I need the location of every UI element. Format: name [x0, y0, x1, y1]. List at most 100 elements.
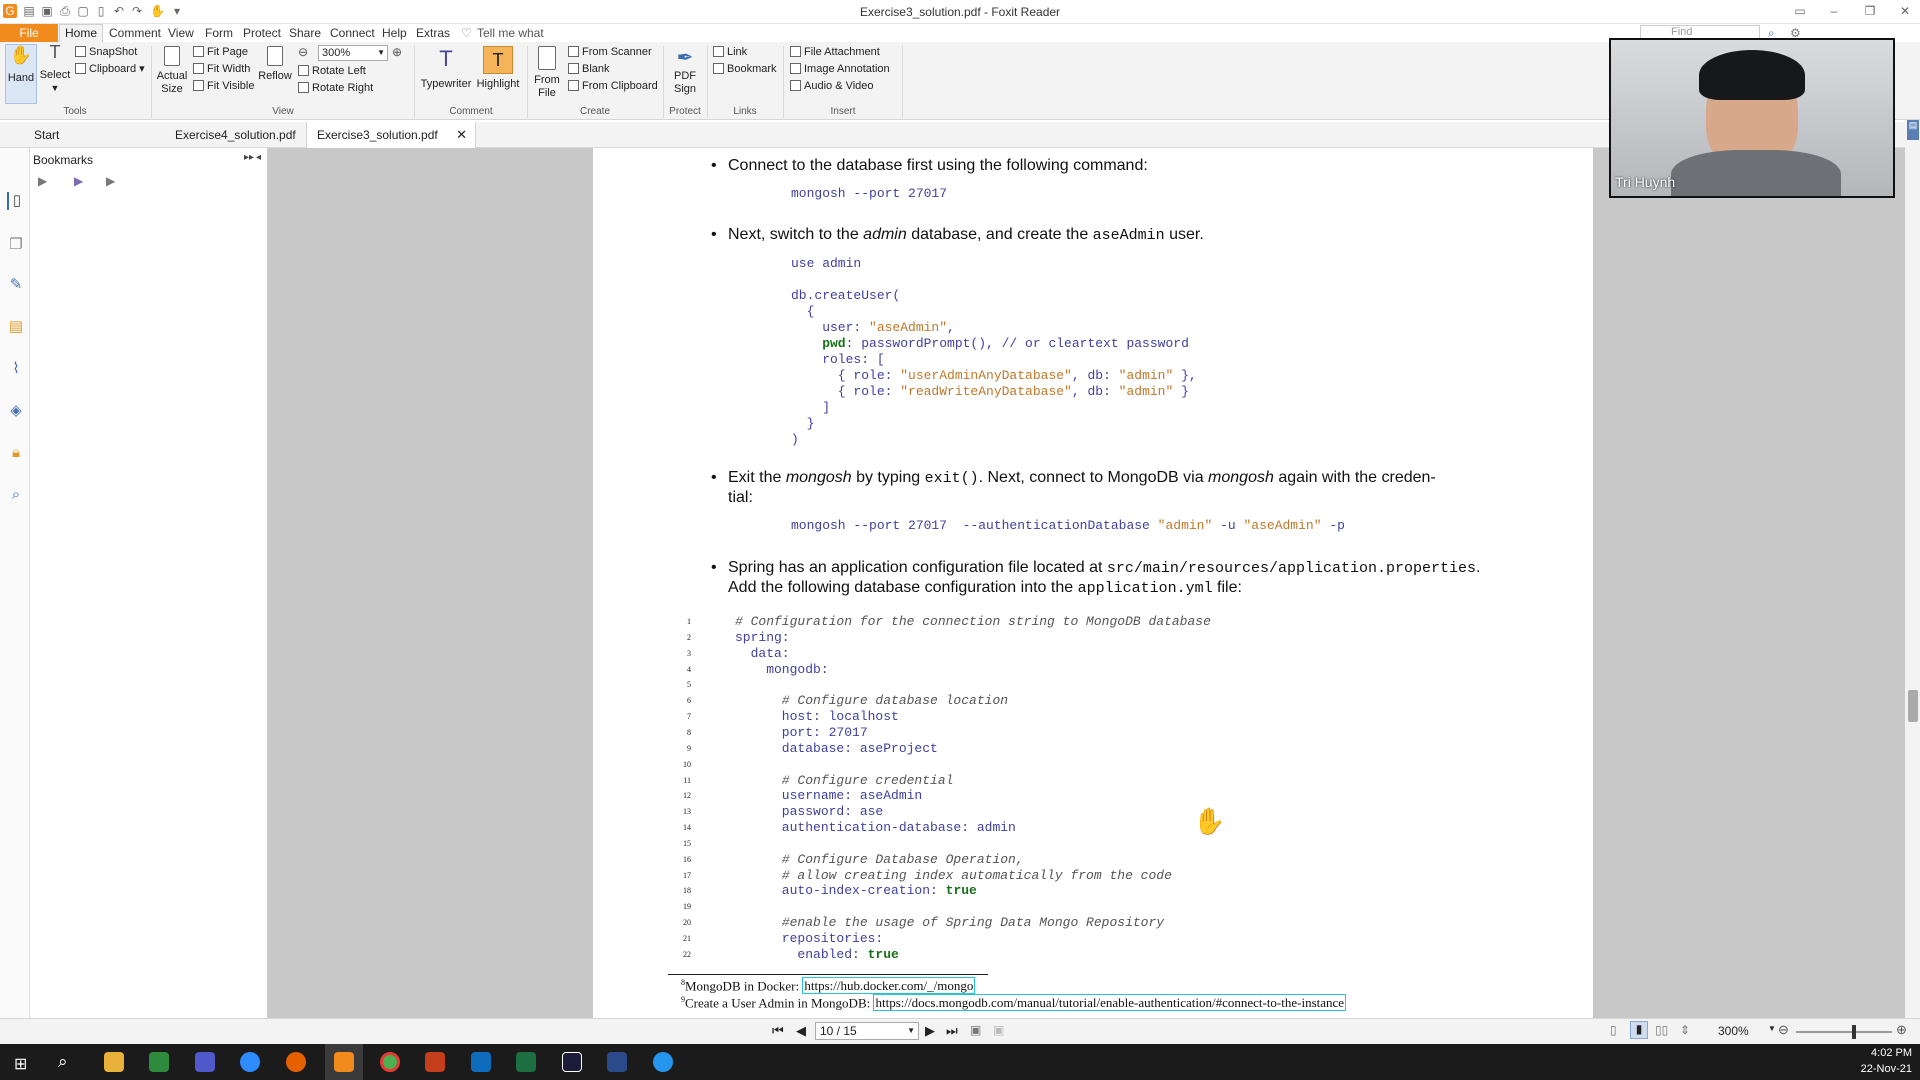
from-file-button[interactable]: From File [531, 46, 563, 100]
add-bookmark-icon[interactable]: ▶ [74, 174, 83, 188]
file-explorer-icon[interactable] [104, 1052, 124, 1072]
document-viewer[interactable]: • Connect to the database first using th… [268, 148, 1920, 1018]
reflow-button[interactable]: Reflow [258, 46, 292, 83]
next-view-icon[interactable]: ▣ [993, 1023, 1004, 1037]
zoom-out-icon[interactable]: ⊖ [298, 46, 308, 59]
previous-view-icon[interactable]: ▣ [970, 1023, 981, 1037]
rotate-right-button[interactable]: Rotate Right [298, 82, 373, 95]
fit-visible-button[interactable]: Fit Visible [193, 80, 254, 93]
tab-exercise4[interactable]: Exercise4_solution.pdf [165, 122, 305, 148]
menu-connect[interactable]: Connect [330, 26, 375, 40]
menu-protect[interactable]: Protect [243, 26, 281, 40]
clipboard-button[interactable]: Clipboard ▾ [75, 63, 145, 76]
zoom-slider-track[interactable] [1796, 1031, 1892, 1033]
footnote-9-link[interactable]: https://docs.mongodb.com/manual/tutorial… [873, 994, 1347, 1012]
last-page-icon[interactable]: ⏭ [946, 1023, 958, 1039]
zoom-in-icon[interactable]: ⊕ [392, 46, 402, 59]
intellij-icon[interactable] [562, 1052, 582, 1072]
menu-extras[interactable]: Extras [416, 26, 450, 40]
page-chevron-icon: ▼ [907, 1026, 915, 1035]
restore-down-icon[interactable]: ▭ [1793, 4, 1807, 18]
comments-panel-icon[interactable]: ▤ [7, 318, 25, 336]
blank-button[interactable]: Blank [568, 63, 610, 76]
zoom-select[interactable]: 300% ▼ [318, 45, 388, 61]
menu-help[interactable]: Help [382, 26, 407, 40]
audio-video-button[interactable]: Audio & Video [790, 80, 874, 93]
page-number-input[interactable]: 10 / 15 ▼ [815, 1022, 919, 1040]
search-taskbar-icon[interactable]: ⌕ [58, 1052, 68, 1072]
rotate-left-button[interactable]: Rotate Left [298, 65, 366, 78]
tell-me-input[interactable]: Tell me what [477, 26, 544, 40]
zoom-level[interactable]: 300% [1718, 1024, 1749, 1038]
zoom-slider-thumb[interactable] [1852, 1025, 1856, 1039]
tab-start[interactable]: Start [24, 122, 164, 148]
hand-tool-button[interactable]: ✋ Hand [5, 44, 37, 104]
panel-collapse-icon[interactable]: ◂ [256, 152, 261, 163]
maximize-icon[interactable]: ❐ [1863, 4, 1877, 18]
docker-icon[interactable] [653, 1052, 673, 1072]
chrome-icon[interactable] [380, 1052, 400, 1072]
bookmark-button[interactable]: Bookmark [713, 63, 777, 76]
bookmarks-panel-icon[interactable]: ▯ [7, 192, 25, 210]
side-panel-icon[interactable]: ▤ [1907, 120, 1919, 140]
select-tool-button[interactable]: T Select ▼ [39, 43, 71, 95]
next-page-icon[interactable]: ▶ [925, 1023, 935, 1039]
file-attachment-button[interactable]: File Attachment [790, 46, 880, 59]
link-icon [713, 46, 724, 57]
link-button[interactable]: Link [713, 46, 747, 59]
delete-bookmark-icon[interactable]: ▶ [106, 174, 115, 188]
powerpoint-icon[interactable] [425, 1052, 445, 1072]
outlook-icon[interactable] [471, 1052, 491, 1072]
highlight-button[interactable]: T Highlight [474, 46, 522, 91]
fit-page-button[interactable]: Fit Page [193, 46, 248, 59]
b3-part: Exit the [728, 469, 786, 486]
single-page-icon[interactable]: ▯ [1610, 1023, 1617, 1037]
search-panel-icon[interactable]: ⌕ [7, 486, 25, 504]
zoom-out-button-icon[interactable]: ⊖ [1778, 1022, 1789, 1038]
b4-part: . [1475, 559, 1481, 576]
menu-form[interactable]: Form [205, 26, 233, 40]
zoom-level-chevron-icon[interactable]: ▼ [1768, 1024, 1776, 1033]
image-annotation-button[interactable]: Image Annotation [790, 63, 890, 76]
layers-panel-icon[interactable]: ◈ [7, 402, 25, 420]
menu-comment[interactable]: Comment [109, 26, 161, 40]
panel-pin-icon[interactable]: ▸▸ [244, 152, 254, 163]
vertical-scrollbar[interactable]: ▤ [1905, 120, 1920, 1018]
continuous-page-icon[interactable]: ▮ [1630, 1021, 1648, 1039]
first-page-icon[interactable]: ⏮ [772, 1023, 784, 1039]
powershell-icon[interactable] [607, 1052, 627, 1072]
zoom-in-button-icon[interactable]: ⊕ [1896, 1022, 1907, 1038]
firefox-icon[interactable] [286, 1052, 306, 1072]
snapshot-button[interactable]: SnapShot [75, 46, 137, 59]
file-menu-button[interactable]: File [0, 24, 58, 42]
zoom-app-icon[interactable] [240, 1052, 260, 1072]
menu-home-label[interactable]: Home [65, 26, 97, 40]
tab-close-icon[interactable]: ✕ [456, 122, 467, 148]
foxit-reader-icon[interactable] [334, 1052, 354, 1072]
security-lock-icon[interactable]: 🔒︎ [7, 444, 25, 462]
windows-start-icon[interactable]: ⊞ [14, 1054, 27, 1074]
teams-icon[interactable] [195, 1052, 215, 1072]
pages-panel-icon[interactable]: ❐ [7, 236, 25, 254]
minimize-icon[interactable]: – [1827, 4, 1841, 18]
previous-page-icon[interactable]: ◀ [796, 1023, 806, 1039]
close-icon[interactable]: ✕ [1898, 4, 1912, 18]
continuous-facing-icon[interactable]: ⇕ [1680, 1023, 1690, 1037]
pdf-sign-button[interactable]: ✒ PDF Sign [668, 46, 702, 96]
menu-view[interactable]: View [168, 26, 194, 40]
excel-app-icon[interactable] [149, 1052, 169, 1072]
actual-size-button[interactable]: Actual Size [156, 46, 188, 96]
attachments-panel-icon[interactable]: ⌇ [7, 360, 25, 378]
expand-bookmark-icon[interactable]: ▶ [38, 174, 47, 188]
from-clipboard-button[interactable]: From Clipboard [568, 80, 658, 93]
facing-page-icon[interactable]: ▯▯ [1655, 1023, 1668, 1037]
fit-width-button[interactable]: Fit Width [193, 63, 250, 76]
excel-icon[interactable] [516, 1052, 536, 1072]
menu-share[interactable]: Share [289, 26, 321, 40]
tab-exercise3[interactable]: Exercise3_solution.pdf ✕ [306, 122, 476, 148]
scrollbar-thumb[interactable] [1908, 690, 1918, 722]
typewriter-button[interactable]: T Typewriter [420, 46, 472, 91]
signatures-panel-icon[interactable]: ✎ [7, 276, 25, 294]
from-scanner-button[interactable]: From Scanner [568, 46, 652, 59]
footnote-8-link[interactable]: https://hub.docker.com/_/mongo [802, 977, 976, 995]
